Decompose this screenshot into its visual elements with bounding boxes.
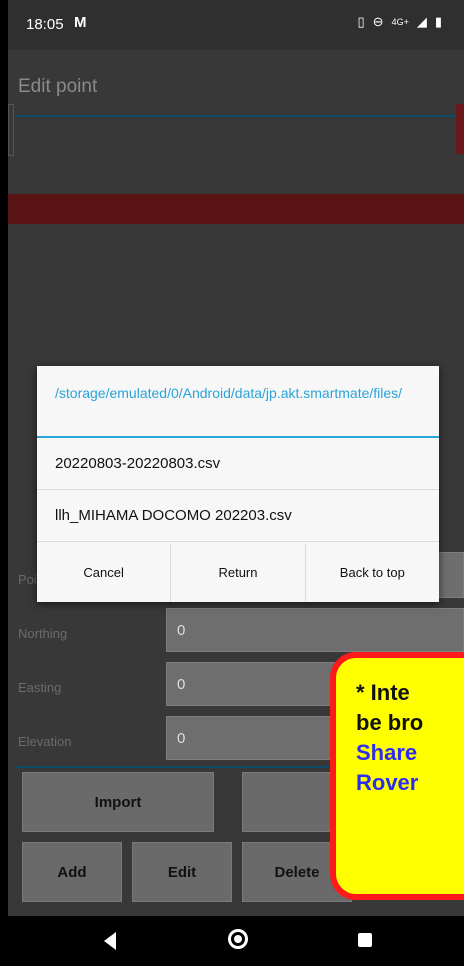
page-title: Edit point (18, 76, 98, 97)
elevation-label: Elevation (18, 734, 72, 749)
import-button[interactable]: Import (22, 772, 214, 832)
callout-line-3: Share (356, 740, 418, 765)
cancel-button[interactable]: Cancel (37, 544, 172, 602)
northing-label: Northing (18, 626, 68, 641)
back-icon[interactable] (104, 932, 116, 950)
do-not-disturb-icon: ⊖ (372, 14, 384, 29)
callout-line-4: Rover (356, 770, 419, 795)
file-item[interactable]: 20220803-20220803.csv (37, 438, 439, 490)
file-chooser-dialog: /storage/emulated/0/Android/data/jp.akt.… (37, 366, 439, 602)
header-band (8, 194, 464, 224)
home-icon[interactable] (228, 929, 248, 949)
signal-icon: ◢ (416, 14, 427, 29)
northing-field[interactable]: 0 (166, 608, 464, 652)
annotation-callout: * Inte be bro Share Rover (330, 652, 464, 900)
notification-icon: M (74, 14, 87, 31)
status-time: 18:05 (26, 16, 64, 33)
back-to-top-button[interactable]: Back to top (306, 544, 439, 602)
navigation-bar (8, 916, 464, 966)
dialog-buttons: Cancel Return Back to top (37, 544, 439, 602)
edit-button[interactable]: Edit (132, 842, 232, 902)
callout-line-1: * Inte (356, 680, 410, 705)
recents-icon[interactable] (358, 933, 372, 947)
easting-label: Easting (18, 680, 62, 695)
dialog-path: /storage/emulated/0/Android/data/jp.akt.… (55, 385, 403, 401)
file-item[interactable]: llh_MIHAMA DOCOMO 202203.csv (37, 490, 439, 542)
title-divider (16, 115, 462, 117)
network-type-label: 4G+ (391, 17, 409, 27)
vibrate-icon: ▯ (357, 14, 365, 29)
phone-screen: 18:05 M ▯ ⊖ 4G+ ◢ ▮ Edit point Point Nor… (8, 0, 464, 966)
add-button[interactable]: Add (22, 842, 122, 902)
callout-line-2: be bro (356, 710, 424, 735)
left-edge-control (8, 104, 14, 156)
status-bar: 18:05 M ▯ ⊖ 4G+ ◢ ▮ (8, 0, 464, 50)
return-button[interactable]: Return (171, 544, 306, 602)
battery-icon: ▮ (434, 14, 442, 29)
status-icons: ▯ ⊖ 4G+ ◢ ▮ (358, 14, 442, 30)
right-edge-control (456, 104, 464, 154)
